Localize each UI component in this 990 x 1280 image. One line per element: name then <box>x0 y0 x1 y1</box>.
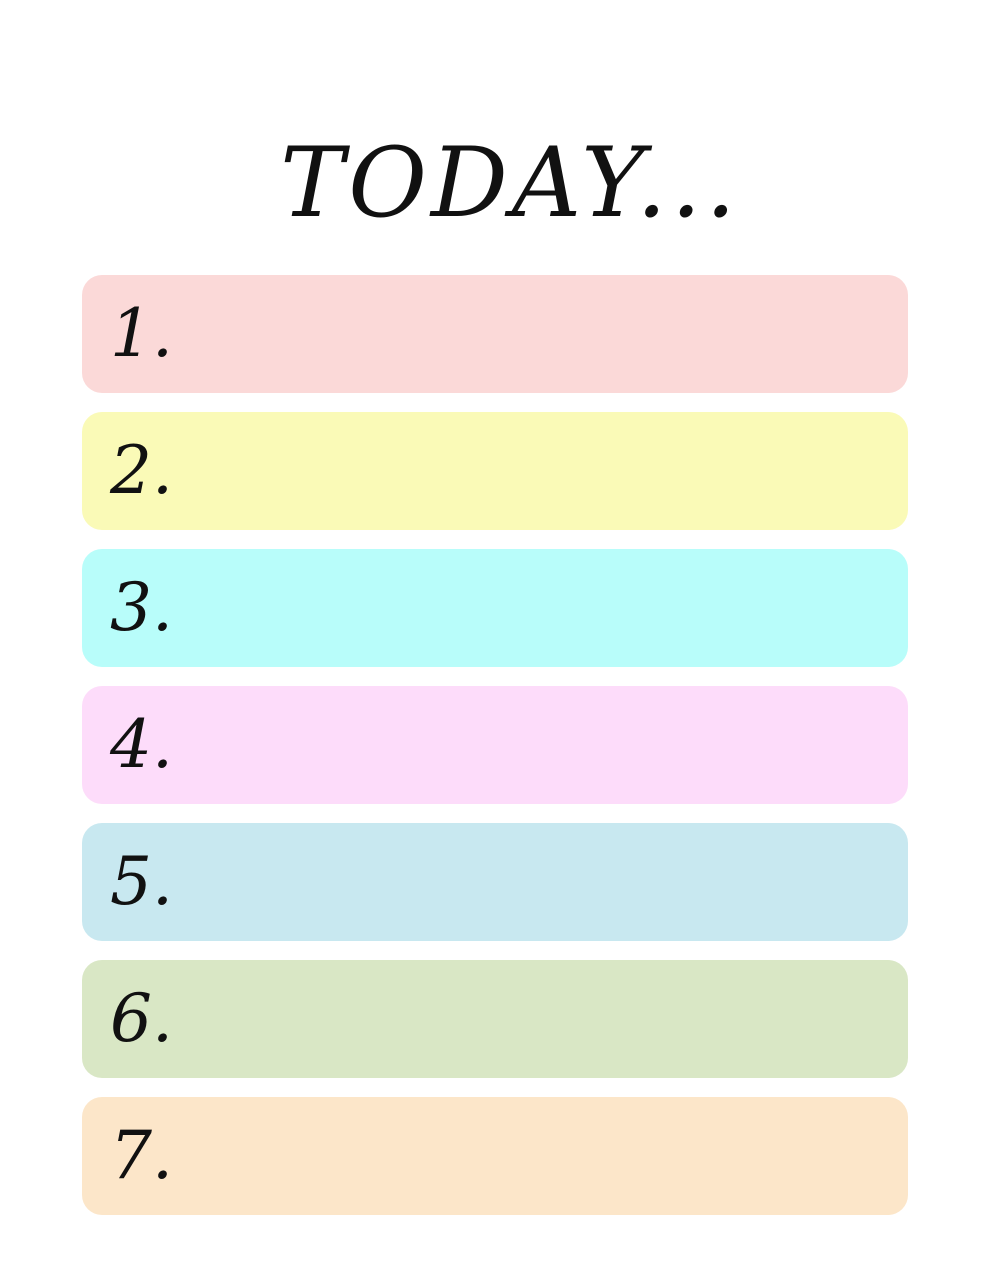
item-number: 1. <box>110 295 173 372</box>
list-item[interactable]: 6. <box>82 960 908 1078</box>
page-title: TODAY... <box>280 127 740 239</box>
list-item[interactable]: 3. <box>82 549 908 667</box>
list-item[interactable]: 5. <box>82 823 908 941</box>
item-number: 2. <box>110 432 173 509</box>
list-item[interactable]: 2. <box>82 412 908 530</box>
item-number: 3. <box>110 569 173 646</box>
list-item[interactable]: 7. <box>82 1097 908 1215</box>
item-number: 6. <box>110 980 173 1057</box>
list-item[interactable]: 4. <box>82 686 908 804</box>
list-item[interactable]: 1. <box>82 275 908 393</box>
todo-list: 1. 2. 3. 4. 5. 6. 7. <box>82 275 908 1234</box>
item-number: 4. <box>110 706 173 783</box>
item-number: 7. <box>110 1117 173 1194</box>
item-number: 5. <box>110 843 173 920</box>
